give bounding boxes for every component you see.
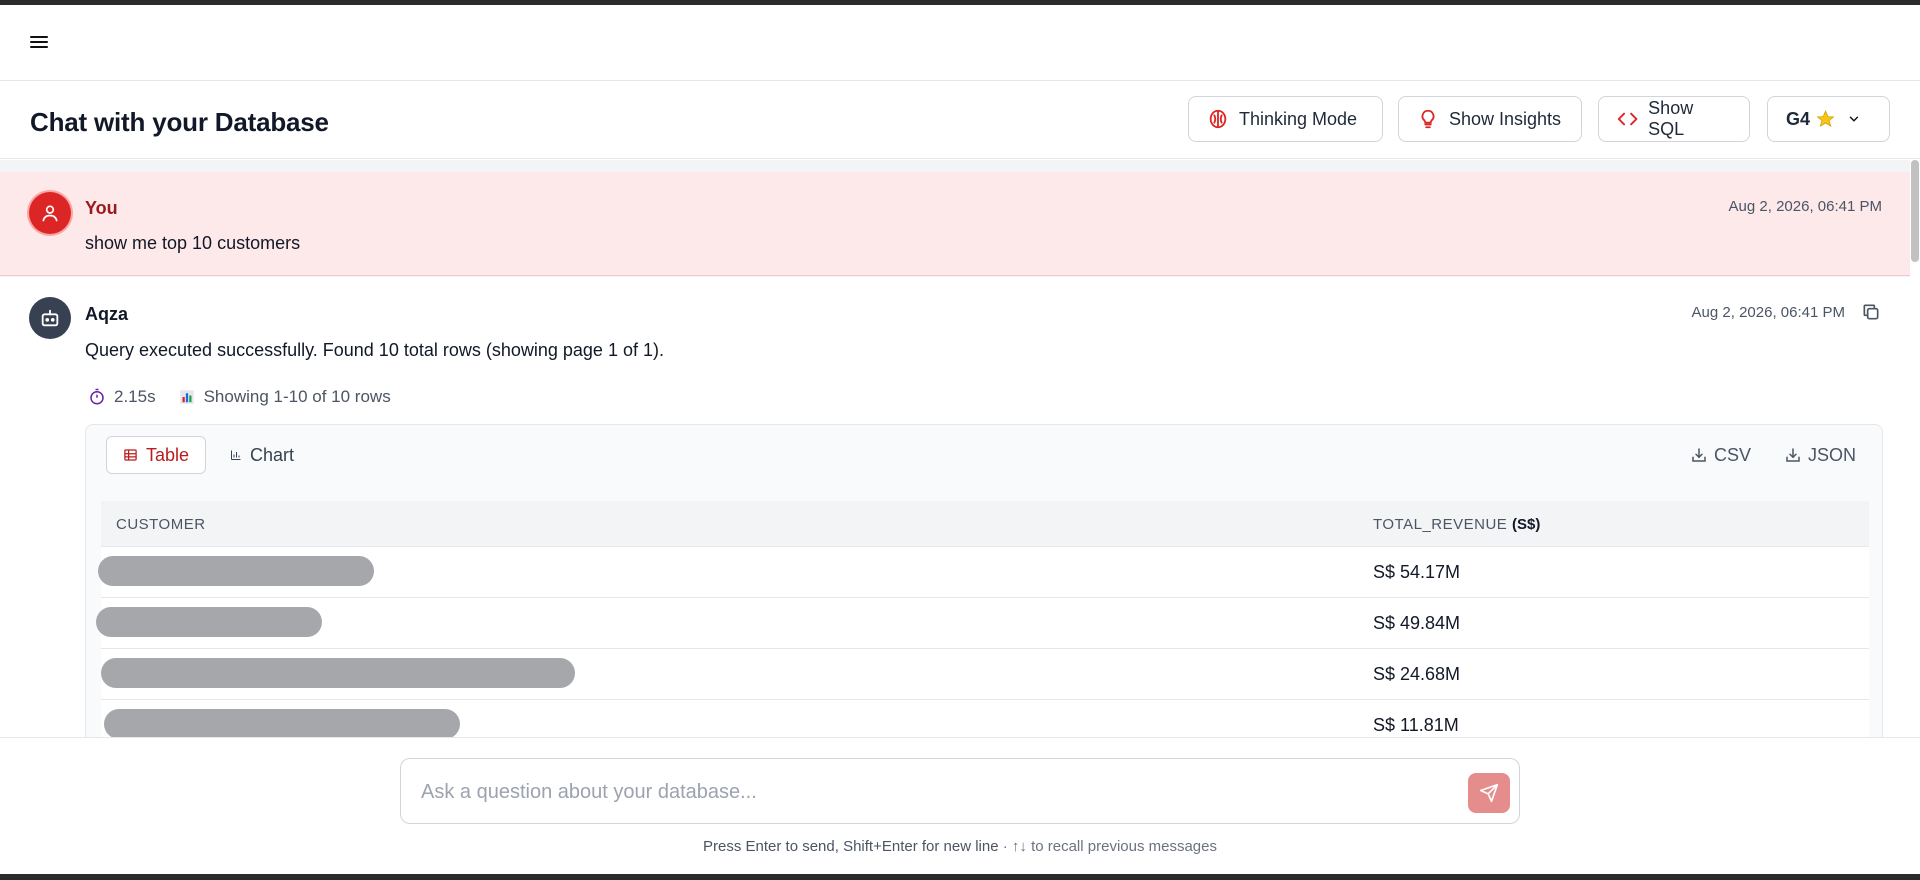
redacted-customer-name	[104, 709, 460, 739]
column-header-revenue[interactable]: TOTAL_REVENUE (S$)	[1373, 516, 1540, 533]
user-timestamp: Aug 2, 2026, 06:41 PM	[1728, 198, 1882, 215]
copy-icon[interactable]	[1861, 302, 1881, 322]
composer-hint-main: Press Enter to send, Shift+Enter for new…	[703, 838, 999, 855]
bar-chart-icon	[179, 390, 194, 404]
query-meta: 2.15s Showing 1-10 of 10 rows	[88, 387, 413, 407]
model-label: G4	[1786, 108, 1811, 129]
query-duration: 2.15s	[114, 387, 156, 406]
user-icon	[42, 205, 58, 222]
chevron-down-icon	[1849, 116, 1859, 122]
lightbulb-icon	[1421, 109, 1435, 129]
revenue-cell: S$ 24.68M	[1373, 664, 1461, 684]
window-bottom-edge	[0, 874, 1920, 880]
download-icon	[1786, 448, 1800, 462]
composer-hint-recall: · ↑↓ to recall previous messages	[998, 838, 1217, 855]
user-message-text: show me top 10 customers	[85, 233, 301, 253]
question-input-box	[400, 758, 1520, 824]
thinking-mode-button[interactable]: Thinking Mode	[1188, 96, 1383, 142]
stopwatch-icon	[90, 388, 104, 405]
show-sql-label: Show SQL	[1648, 98, 1694, 139]
app-bar	[0, 5, 1920, 81]
revenue-header-unit: (S$)	[1512, 516, 1541, 533]
assistant-message-text: Query executed successfully. Found 10 to…	[85, 340, 664, 360]
star-icon	[1816, 110, 1835, 128]
send-button[interactable]	[1468, 773, 1510, 813]
scrollbar-thumb[interactable]	[1911, 160, 1919, 262]
table-icon	[124, 449, 137, 461]
table-row: S$ 49.84M	[96, 598, 1869, 649]
show-insights-label: Show Insights	[1449, 108, 1562, 129]
user-message	[0, 172, 1910, 276]
revenue-header-label: TOTAL_REVENUE	[1373, 516, 1508, 533]
results-table: CUSTOMER TOTAL_REVENUE (S$) S$ 54.17M S$…	[96, 501, 1869, 751]
query-result-card: Table Chart CSV JSON CUSTOMER TOTAL_REVE…	[85, 424, 1883, 751]
show-sql-button[interactable]: Show SQL	[1598, 96, 1750, 142]
export-csv-button[interactable]: CSV	[1690, 438, 1751, 472]
question-input[interactable]	[421, 777, 1441, 807]
column-header-customer[interactable]: CUSTOMER	[116, 516, 206, 533]
tab-table-label: Table	[145, 444, 189, 465]
redacted-customer-name	[101, 658, 575, 688]
chart-icon	[230, 450, 241, 460]
redacted-customer-name	[98, 556, 374, 586]
user-avatar	[29, 192, 71, 234]
rows-summary: Showing 1-10 of 10 rows	[203, 387, 391, 406]
user-sender-name: You	[85, 198, 118, 218]
assistant-sender-name: Aqza	[85, 304, 129, 324]
send-icon	[1479, 783, 1499, 803]
model-selector[interactable]: G4	[1767, 96, 1890, 142]
revenue-cell: S$ 11.81M	[1373, 715, 1459, 735]
tab-chart-label: Chart	[249, 444, 294, 465]
page-title: Chat with your Database	[30, 107, 329, 137]
tab-chart[interactable]: Chart	[214, 436, 310, 474]
code-icon	[1617, 112, 1638, 126]
redacted-customer-name	[96, 607, 322, 637]
assistant-avatar	[29, 297, 71, 339]
thinking-mode-label: Thinking Mode	[1239, 108, 1358, 129]
show-insights-button[interactable]: Show Insights	[1398, 96, 1582, 142]
revenue-cell: S$ 49.84M	[1373, 613, 1461, 633]
bot-icon	[41, 309, 59, 327]
menu-icon[interactable]	[30, 33, 54, 53]
export-json-button[interactable]: JSON	[1784, 438, 1856, 472]
tab-table[interactable]: Table	[106, 436, 206, 474]
table-row: S$ 54.17M	[98, 547, 1869, 598]
message-composer: Press Enter to send, Shift+Enter for new…	[0, 737, 1920, 874]
table-row: S$ 24.68M	[101, 649, 1869, 700]
page-header: Chat with your Database Thinking Mode Sh…	[0, 81, 1920, 159]
brain-icon	[1209, 109, 1227, 129]
table-header: CUSTOMER TOTAL_REVENUE (S$)	[101, 501, 1869, 547]
export-json-label: JSON	[1808, 444, 1857, 465]
revenue-cell: S$ 54.17M	[1373, 562, 1461, 582]
assistant-timestamp: Aug 2, 2026, 06:41 PM	[1691, 304, 1845, 321]
export-csv-label: CSV	[1714, 444, 1752, 465]
composer-hint: Press Enter to send, Shift+Enter for new…	[0, 838, 1920, 855]
download-icon	[1692, 448, 1706, 462]
